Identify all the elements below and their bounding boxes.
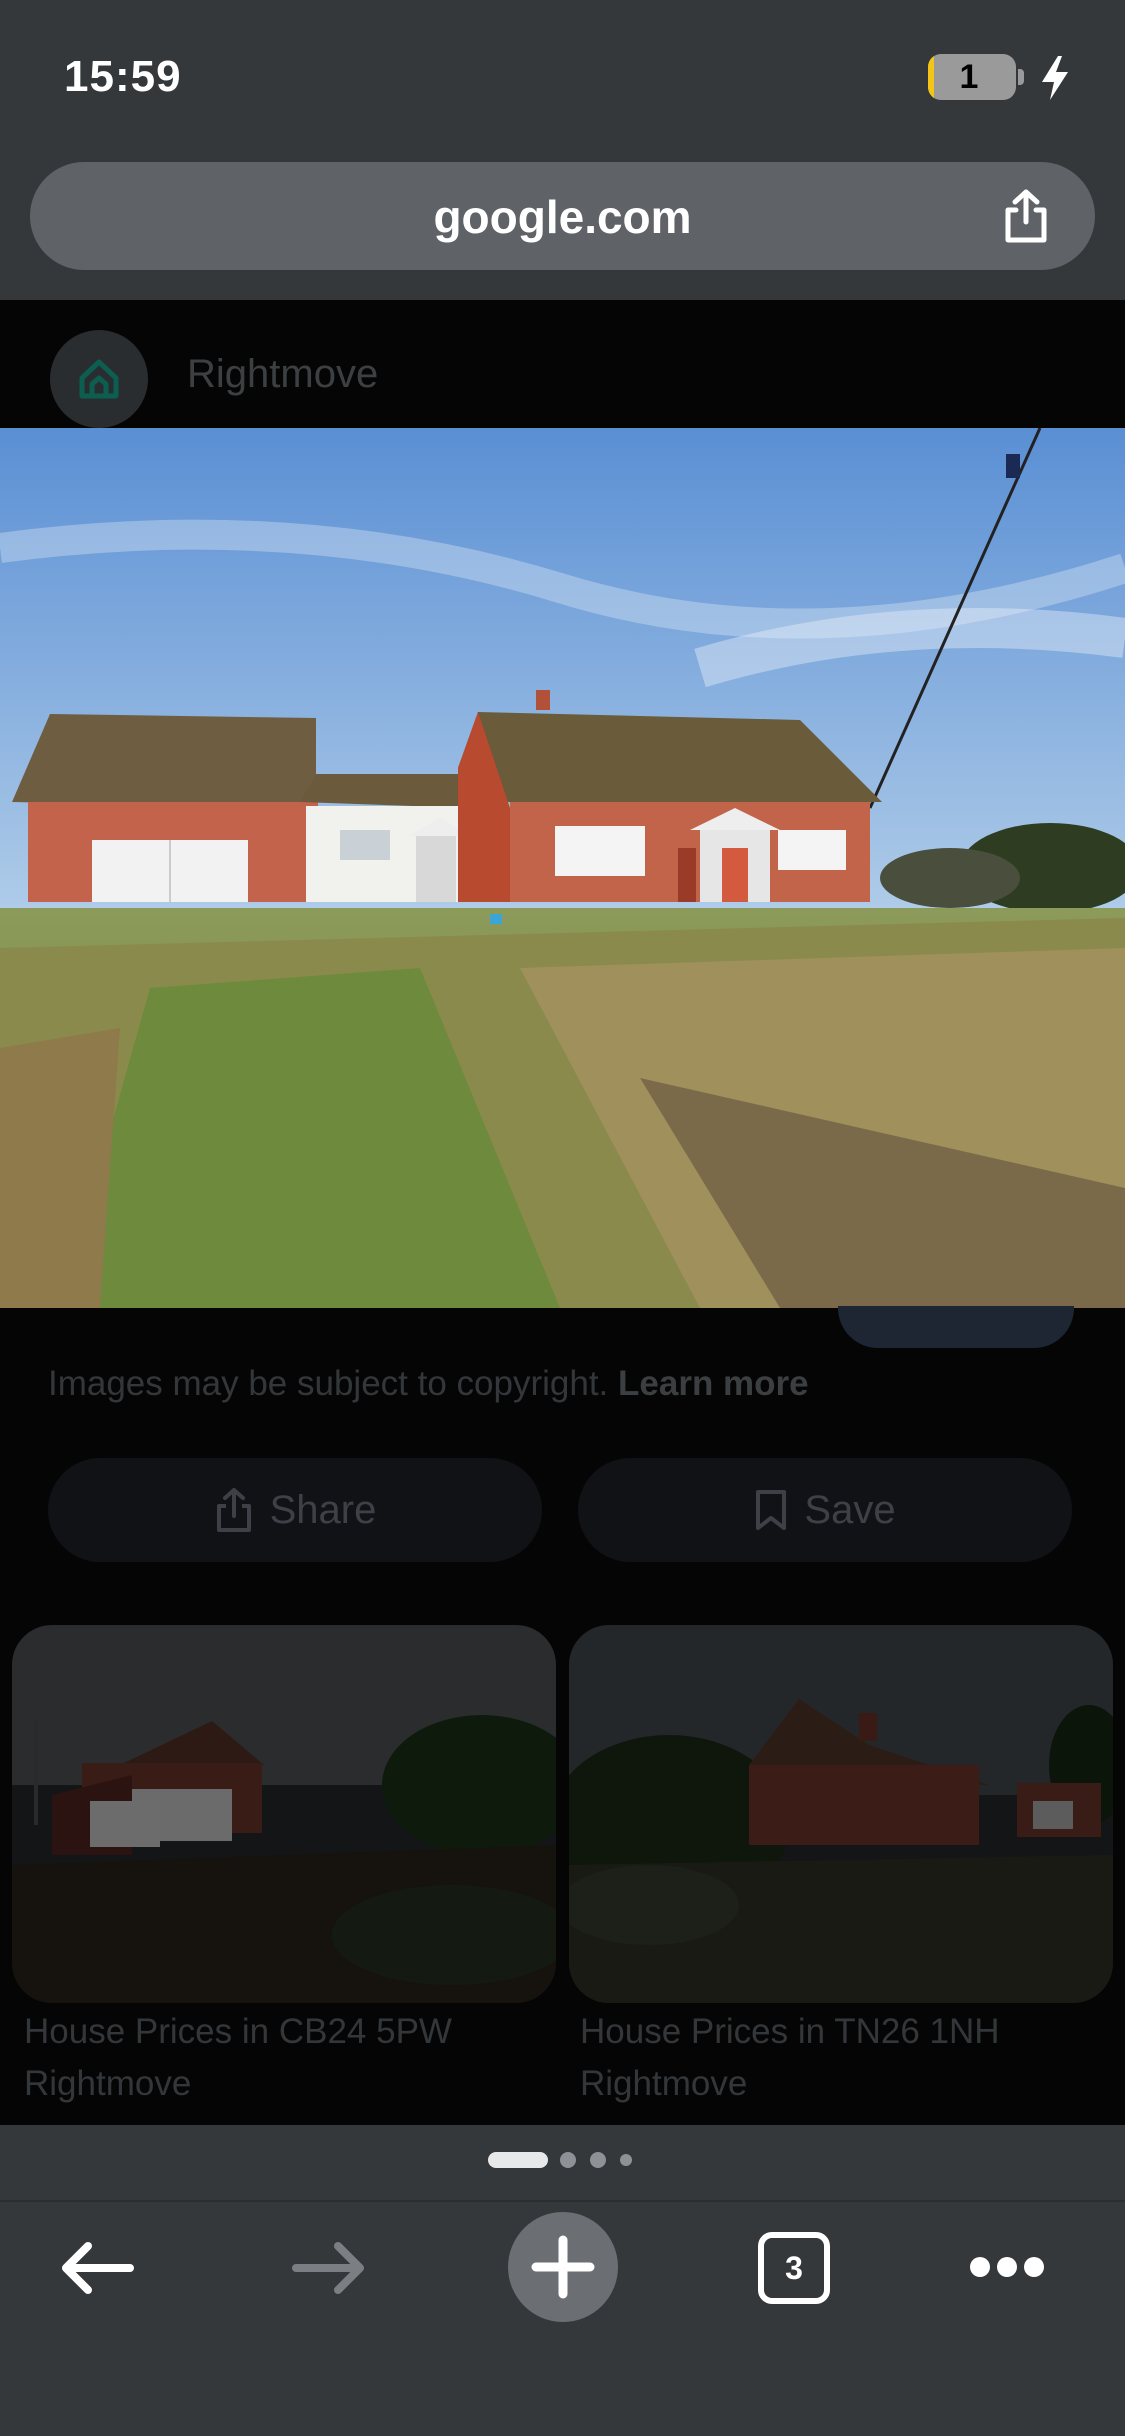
share-button[interactable]: Share xyxy=(48,1458,542,1562)
page-indicator xyxy=(0,2150,1125,2170)
share-label: Share xyxy=(269,1487,377,1532)
back-arrow-icon[interactable] xyxy=(56,2238,136,2298)
battery-level: 1 xyxy=(959,58,979,96)
related-title[interactable]: House Prices in TN26 1NH xyxy=(580,2012,1000,2052)
battery-icon: 1 xyxy=(928,54,1016,100)
share-icon[interactable] xyxy=(996,186,1056,246)
related-image-2 xyxy=(569,1625,1113,2003)
page-dot-active xyxy=(488,2152,548,2168)
visit-button-remnant[interactable] xyxy=(838,1306,1074,1348)
copyright-notice: Images may be subject to copyright. Lear… xyxy=(48,1364,809,1404)
source-name[interactable]: Rightmove xyxy=(187,352,378,397)
house-photo[interactable] xyxy=(0,428,1125,1308)
new-tab-button[interactable] xyxy=(508,2212,618,2322)
bungalow-image xyxy=(0,428,1125,1308)
charging-bolt-icon xyxy=(1042,56,1068,100)
related-source[interactable]: Rightmove xyxy=(24,2064,191,2104)
page-dot xyxy=(590,2152,606,2168)
share-icon xyxy=(216,1488,251,1532)
save-button[interactable]: Save xyxy=(578,1458,1072,1562)
address-bar[interactable]: google.com xyxy=(30,162,1095,270)
rightmove-logo[interactable] xyxy=(50,330,148,428)
status-time: 15:59 xyxy=(64,52,182,101)
save-label: Save xyxy=(804,1487,896,1532)
more-menu-icon[interactable] xyxy=(970,2252,1044,2282)
toolbar-divider xyxy=(0,2200,1125,2202)
related-image-thumbnail[interactable] xyxy=(12,1625,556,2003)
battery-cap xyxy=(1018,69,1024,85)
related-title[interactable]: House Prices in CB24 5PW xyxy=(24,2012,452,2052)
related-image-thumbnail[interactable] xyxy=(569,1625,1113,2003)
plus-icon xyxy=(531,2235,595,2299)
learn-more-link[interactable]: Learn more xyxy=(618,1364,809,1403)
url-text[interactable]: google.com xyxy=(30,190,1095,244)
home-icon xyxy=(79,359,119,399)
forward-arrow-icon[interactable] xyxy=(290,2238,370,2298)
related-source[interactable]: Rightmove xyxy=(580,2064,747,2104)
page-dot xyxy=(620,2154,632,2166)
related-image-1 xyxy=(12,1625,556,2003)
page-dot xyxy=(560,2152,576,2168)
copyright-text: Images may be subject to copyright. xyxy=(48,1364,609,1403)
tab-switcher-button[interactable]: 3 xyxy=(758,2232,830,2304)
bookmark-icon xyxy=(756,1490,787,1530)
